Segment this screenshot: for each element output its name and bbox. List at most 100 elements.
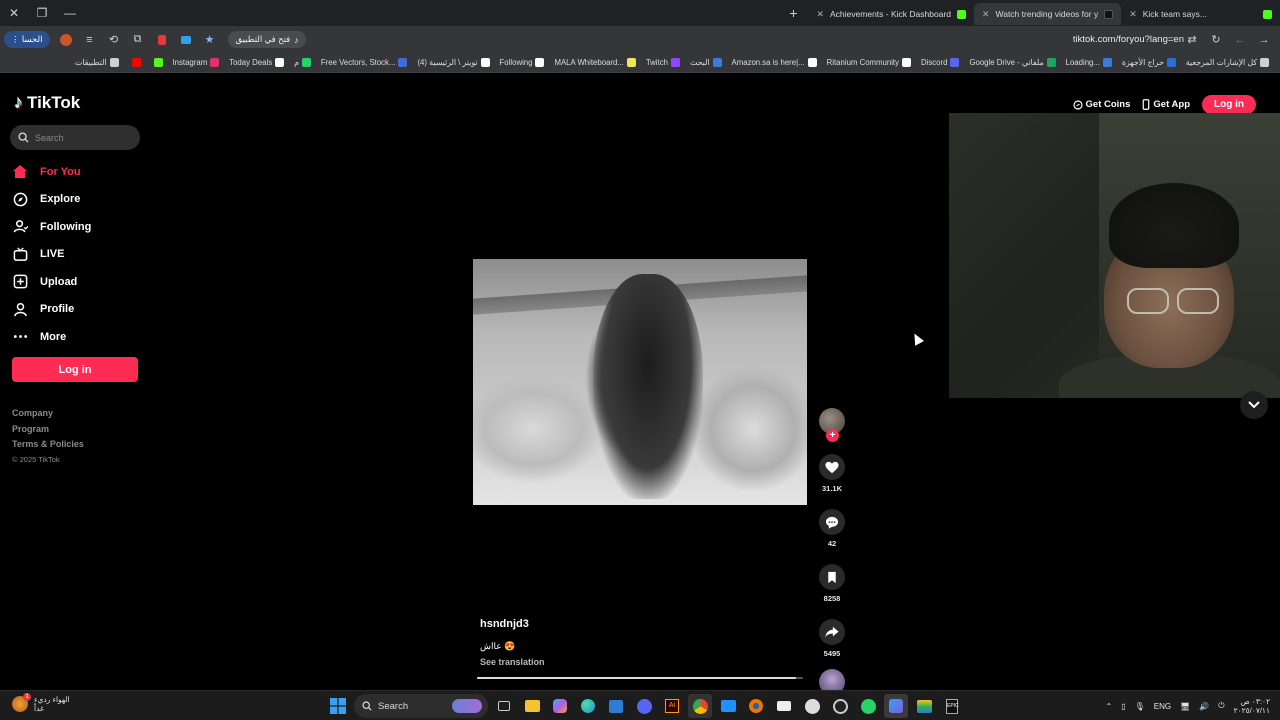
bookmark-item[interactable]: MALA Whiteboard... bbox=[549, 58, 640, 67]
bookmark-item[interactable]: Amazon.sa is here|... bbox=[727, 58, 822, 67]
copilot-icon[interactable] bbox=[548, 694, 572, 718]
network-icon[interactable]: 🖥 bbox=[1180, 702, 1190, 711]
bookmark-item[interactable]: Following bbox=[495, 58, 550, 67]
video-progress-bar[interactable] bbox=[477, 677, 803, 679]
bookmark-item[interactable]: (4) تويتر \ الرئيسية bbox=[412, 58, 494, 67]
extension-blue-icon[interactable] bbox=[174, 26, 198, 53]
restore-window-icon[interactable]: ❐ bbox=[28, 0, 56, 26]
bookmark-item[interactable]: Discord bbox=[916, 58, 964, 67]
get-app-link[interactable]: Get App bbox=[1142, 99, 1190, 110]
sidebar-item-following[interactable]: Following bbox=[12, 213, 142, 241]
taskbar-search[interactable]: Search bbox=[354, 694, 488, 718]
capcut-icon[interactable] bbox=[772, 694, 796, 718]
blender-icon[interactable] bbox=[744, 694, 768, 718]
file-explorer-icon[interactable] bbox=[520, 694, 544, 718]
extensions-puzzle-icon[interactable]: ⧉ bbox=[126, 26, 150, 53]
bluestacks-icon[interactable] bbox=[912, 694, 936, 718]
edge-icon[interactable] bbox=[576, 694, 600, 718]
tab-tiktok[interactable]: ✕ Watch trending videos for y bbox=[973, 3, 1122, 25]
extension-red-icon[interactable] bbox=[150, 26, 174, 53]
bookmark-item[interactable]: Free Vectors, Stock... bbox=[316, 58, 413, 67]
translate-icon[interactable]: ⟲ bbox=[102, 26, 126, 53]
chrome-icon[interactable] bbox=[688, 694, 712, 718]
taskbar-clock[interactable]: ٠٣:٠٢ ص ٢٠٢٥/٠٧/١١ bbox=[1234, 697, 1270, 715]
tab-close-icon[interactable]: ✕ bbox=[816, 9, 824, 20]
see-translation-link[interactable]: See translation bbox=[480, 657, 545, 667]
sidebar-login-button[interactable]: Log in bbox=[12, 357, 138, 382]
chat-app-icon[interactable] bbox=[800, 694, 824, 718]
weather-widget[interactable]: 1 الهواء رديء غداً bbox=[12, 693, 70, 713]
video-player[interactable] bbox=[473, 259, 807, 505]
reading-list-icon[interactable]: ≡ bbox=[78, 26, 102, 53]
open-in-app-button[interactable]: فتح في التطبيق ♪ bbox=[227, 31, 307, 48]
sidebar-item-upload[interactable]: Upload bbox=[12, 268, 142, 296]
store-icon[interactable] bbox=[604, 694, 628, 718]
sidebar-item-explore[interactable]: Explore bbox=[12, 186, 142, 214]
bookmark-item[interactable]: كل الإشارات المرجعية bbox=[1181, 58, 1274, 67]
epic-games-icon[interactable]: EPIC bbox=[940, 694, 964, 718]
extension-icon[interactable] bbox=[54, 26, 78, 53]
bookmark-item[interactable]: التطبيقات bbox=[70, 58, 124, 67]
snipping-tool-icon[interactable] bbox=[884, 694, 908, 718]
bookmark-item[interactable]: حراج الأجهزة bbox=[1117, 58, 1181, 67]
windows-start-icon[interactable] bbox=[326, 694, 350, 718]
comment-button[interactable] bbox=[819, 509, 845, 535]
bookmark-item[interactable]: Ritanium Community bbox=[822, 58, 916, 67]
footer-link-terms[interactable]: Terms & Policies bbox=[12, 439, 84, 449]
back-arrow-icon[interactable]: ← bbox=[1228, 26, 1252, 53]
tray-chevron-up-icon[interactable]: ⌃ bbox=[1106, 702, 1113, 711]
battery-icon[interactable]: ▯ bbox=[1121, 702, 1125, 711]
whatsapp-icon[interactable] bbox=[856, 694, 880, 718]
bookmark-item[interactable] bbox=[146, 58, 168, 67]
bookmark-item[interactable]: Twitch bbox=[641, 58, 685, 67]
tab-kick-achievements[interactable]: ✕ Achievements - Kick Dashboard bbox=[808, 3, 974, 25]
search-input[interactable] bbox=[35, 132, 125, 143]
like-button[interactable] bbox=[819, 454, 845, 480]
share-button[interactable] bbox=[819, 619, 845, 645]
microphone-icon[interactable]: 🎙 bbox=[1135, 702, 1145, 711]
search-box[interactable] bbox=[10, 125, 140, 150]
weather-line1: الهواء رديء bbox=[34, 695, 70, 704]
sidebar-item-live[interactable]: LIVE bbox=[12, 241, 142, 269]
sidebar-item-for-you[interactable]: For You bbox=[12, 158, 142, 186]
bookmark-item[interactable]: م bbox=[289, 58, 316, 67]
sidebar-item-profile[interactable]: Profile bbox=[12, 296, 142, 324]
follow-plus-icon[interactable]: + bbox=[826, 429, 839, 442]
bookmark-item[interactable]: Today Deals bbox=[224, 58, 289, 67]
bookmark-star-icon[interactable]: ★ bbox=[198, 26, 222, 53]
volume-icon[interactable]: 🔊 bbox=[1199, 702, 1209, 711]
new-tab-button[interactable]: + bbox=[778, 5, 808, 21]
creator-username[interactable]: hsndnjd3 bbox=[480, 618, 545, 630]
close-window-icon[interactable]: ✕ bbox=[0, 0, 28, 26]
url-field[interactable]: tiktok.com/foryou?lang=en bbox=[1073, 34, 1184, 45]
bookmark-item[interactable] bbox=[124, 58, 146, 67]
task-view-icon[interactable] bbox=[492, 694, 516, 718]
footer-link-program[interactable]: Program bbox=[12, 424, 84, 434]
save-button[interactable] bbox=[819, 564, 845, 590]
forward-arrow-icon[interactable]: → bbox=[1252, 26, 1276, 53]
obs-icon[interactable] bbox=[828, 694, 852, 718]
footer-link-company[interactable]: Company bbox=[12, 408, 84, 418]
bookmark-item[interactable]: Google Drive - ملفاتي bbox=[964, 58, 1060, 67]
site-settings-icon[interactable]: ⇄ bbox=[1180, 26, 1204, 53]
bookmark-item[interactable]: البحث bbox=[685, 58, 727, 67]
tab-kick-team[interactable]: ✕ Kick team says... bbox=[1121, 3, 1280, 25]
bookmark-item[interactable]: Instagram bbox=[168, 58, 225, 67]
reload-icon[interactable]: ↻ bbox=[1204, 26, 1228, 53]
tab-close-icon[interactable]: ✕ bbox=[982, 9, 990, 20]
next-video-button[interactable] bbox=[1240, 391, 1268, 419]
minimize-window-icon[interactable]: — bbox=[56, 0, 84, 26]
creator-avatar[interactable]: + bbox=[819, 408, 845, 442]
get-coins-link[interactable]: Get Coins bbox=[1072, 99, 1130, 110]
language-indicator[interactable]: ENG bbox=[1154, 702, 1171, 711]
header-login-button[interactable]: Log in bbox=[1202, 95, 1256, 114]
tiktok-logo[interactable]: ♪ TikTok bbox=[14, 92, 80, 113]
discord-icon[interactable] bbox=[632, 694, 656, 718]
sidebar-item-more[interactable]: More bbox=[12, 323, 142, 351]
profile-button[interactable]: ⋮ الحسا bbox=[4, 31, 50, 48]
bookmark-item[interactable]: Loading... bbox=[1061, 58, 1117, 67]
illustrator-icon[interactable]: Ai bbox=[660, 694, 684, 718]
mail-app-icon[interactable] bbox=[716, 694, 740, 718]
tab-close-icon[interactable]: ✕ bbox=[1129, 9, 1137, 20]
power-icon[interactable]: ⏻ bbox=[1218, 701, 1224, 711]
